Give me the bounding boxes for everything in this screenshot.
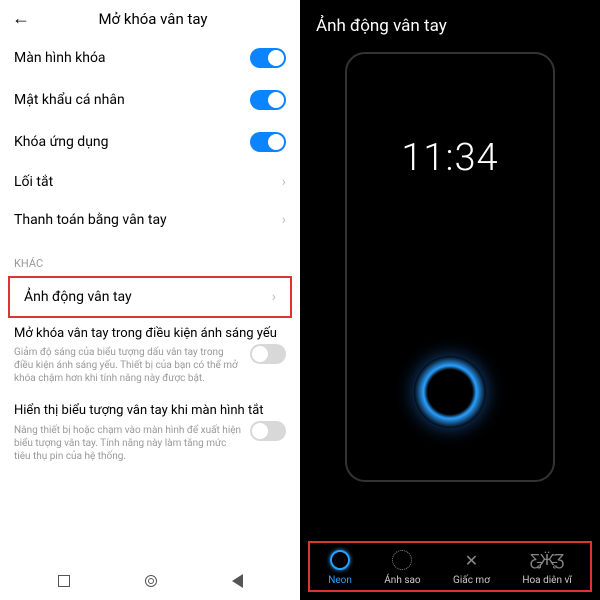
row-title: Mở khóa vân tay trong điều kiện ánh sáng… bbox=[14, 326, 286, 342]
link-row-shortcuts[interactable]: Lối tắt › bbox=[0, 163, 300, 201]
option-neon[interactable]: Neon bbox=[328, 549, 352, 586]
option-label: Neon bbox=[328, 575, 352, 586]
row-label: Ảnh động vân tay bbox=[24, 289, 132, 305]
back-nav-icon[interactable] bbox=[232, 574, 243, 588]
android-nav-bar bbox=[0, 566, 300, 596]
option-starlight[interactable]: Ánh sao bbox=[384, 549, 420, 586]
dream-icon: ✕ bbox=[460, 549, 482, 571]
chevron-right-icon: › bbox=[282, 212, 286, 228]
disabled-row-show-icon: Hiển thị biểu tượng vân tay khi màn hình… bbox=[0, 395, 300, 472]
row-subtitle: Giảm độ sáng của biểu tượng dấu vân tay … bbox=[14, 346, 286, 385]
neon-icon bbox=[329, 549, 351, 571]
option-label: Giấc mơ bbox=[453, 575, 490, 586]
option-label: Hoa diên vĩ bbox=[522, 575, 571, 586]
fingerprint-animation-icon bbox=[414, 356, 486, 428]
link-row-payment[interactable]: Thanh toán bằng vân tay › bbox=[0, 201, 300, 239]
option-dream[interactable]: ✕ Giấc mơ bbox=[453, 549, 490, 586]
butterfly-icon: Ƹ̵̡Ӝ̵̨̄Ʒ bbox=[536, 549, 558, 571]
option-iris[interactable]: Ƹ̵̡Ӝ̵̨̄Ʒ Hoa diên vĩ bbox=[522, 549, 571, 586]
toggle-row-password[interactable]: Mật khẩu cá nhân bbox=[0, 79, 300, 121]
settings-screen: ← Mở khóa vân tay Màn hình khóa Mật khẩu… bbox=[0, 0, 300, 600]
section-header: KHÁC bbox=[0, 239, 300, 276]
toggle-switch[interactable] bbox=[250, 48, 286, 68]
page-title: Mở khóa vân tay bbox=[42, 10, 264, 28]
recent-apps-icon[interactable] bbox=[58, 575, 70, 587]
option-label: Ánh sao bbox=[384, 575, 420, 586]
row-label: Mật khẩu cá nhân bbox=[14, 92, 125, 108]
row-label: Màn hình khóa bbox=[14, 50, 106, 66]
header: ← Mở khóa vân tay bbox=[0, 0, 300, 37]
row-title: Hiển thị biểu tượng vân tay khi màn hình… bbox=[14, 403, 286, 419]
row-label: Lối tắt bbox=[14, 174, 53, 190]
animation-options-bar: Neon Ánh sao ✕ Giấc mơ Ƹ̵̡Ӝ̵̨̄Ʒ Hoa diên… bbox=[308, 541, 592, 592]
toggle-switch[interactable] bbox=[250, 421, 286, 441]
clock-display: 11:34 bbox=[347, 136, 553, 180]
chevron-right-icon: › bbox=[272, 289, 276, 305]
disabled-row-low-light: Mở khóa vân tay trong điều kiện ánh sáng… bbox=[0, 318, 300, 395]
toggle-switch[interactable] bbox=[250, 132, 286, 152]
phone-preview: 11:34 bbox=[345, 52, 555, 482]
toggle-switch[interactable] bbox=[250, 344, 286, 364]
row-subtitle: Nâng thiết bị hoặc chạm vào màn hình để … bbox=[14, 424, 286, 463]
page-title: Ảnh động vân tay bbox=[300, 0, 600, 44]
toggle-row-app-lock[interactable]: Khóa ứng dụng bbox=[0, 121, 300, 163]
highlighted-row-animation[interactable]: Ảnh động vân tay › bbox=[8, 276, 292, 318]
toggle-row-lock-screen[interactable]: Màn hình khóa bbox=[0, 37, 300, 79]
toggle-switch[interactable] bbox=[250, 90, 286, 110]
back-icon[interactable]: ← bbox=[12, 8, 30, 29]
starlight-icon bbox=[391, 549, 413, 571]
row-label: Thanh toán bằng vân tay bbox=[14, 212, 167, 228]
animation-preview-screen: Ảnh động vân tay 11:34 Neon Ánh sao ✕ Gi… bbox=[300, 0, 600, 600]
chevron-right-icon: › bbox=[282, 174, 286, 190]
home-icon[interactable] bbox=[145, 575, 157, 587]
row-label: Khóa ứng dụng bbox=[14, 134, 109, 150]
